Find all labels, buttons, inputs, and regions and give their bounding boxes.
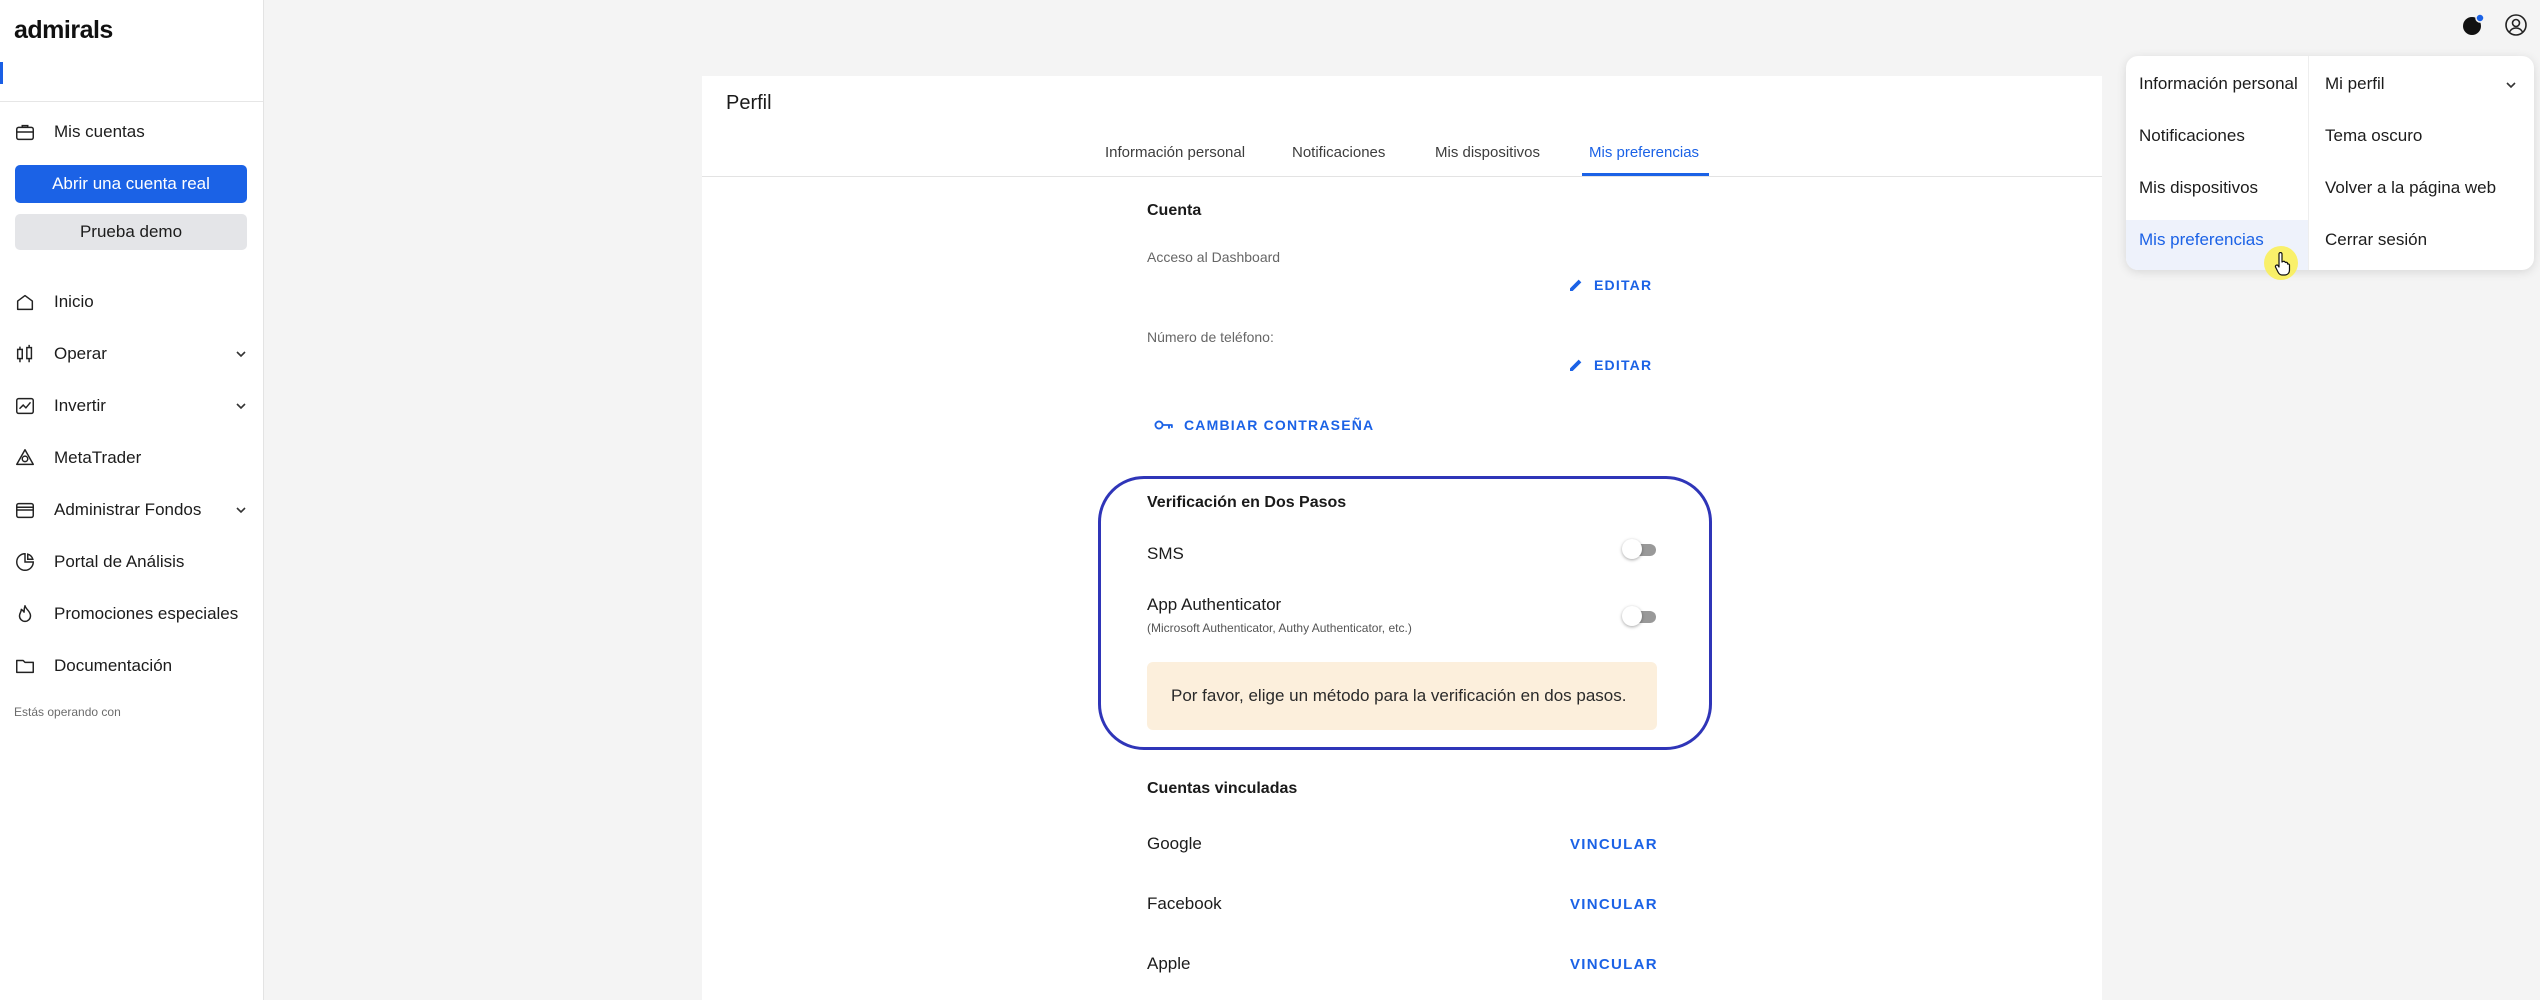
sidebar-item-documentacion[interactable]: Documentación — [0, 645, 263, 685]
chevron-down-icon — [236, 351, 246, 358]
active-tab-indicator — [1582, 173, 1709, 176]
link-facebook-button[interactable]: VINCULAR — [1570, 896, 1658, 913]
brand-logo[interactable]: admirals — [14, 16, 113, 45]
tab-notificaciones[interactable]: Notificaciones — [1292, 144, 1385, 161]
sidebar-item-portal-analisis[interactable]: Portal de Análisis — [0, 541, 263, 581]
menu-item-tema-oscuro[interactable]: Tema oscuro — [2325, 126, 2422, 146]
sidebar-item-promociones[interactable]: Promociones especiales — [0, 593, 263, 633]
tab-informacion-personal[interactable]: Información personal — [1105, 144, 1245, 161]
toggle-knob — [1622, 606, 1642, 626]
sidebar-item-label: Inicio — [54, 292, 94, 311]
pencil-icon — [1570, 359, 1582, 371]
demo-account-button[interactable]: Prueba demo — [15, 214, 247, 250]
pie-chart-icon — [16, 553, 34, 571]
two-step-notice: Por favor, elige un método para la verif… — [1147, 662, 1657, 730]
folder-icon — [16, 659, 34, 674]
app-authenticator-label: App Authenticator — [1147, 595, 1282, 614]
dashboard-access-label: Acceso al Dashboard — [1147, 249, 1281, 265]
app-authenticator-toggle[interactable] — [1622, 606, 1660, 626]
briefcase-icon — [16, 124, 34, 141]
user-account-icon[interactable] — [2504, 13, 2528, 37]
profile-card: Perfil Información personal Notificacion… — [702, 76, 2102, 1000]
menu-item-cerrar-sesion[interactable]: Cerrar sesión — [2325, 230, 2427, 250]
sidebar-item-label: Mis cuentas — [54, 122, 145, 141]
menu-item-notificaciones[interactable]: Notificaciones — [2139, 126, 2245, 146]
sidebar-item-label: MetaTrader — [54, 448, 142, 467]
chevron-down-icon — [236, 403, 246, 410]
chevron-down-icon[interactable] — [2504, 78, 2518, 92]
page-title: Perfil — [726, 92, 772, 114]
theme-toggle-icon[interactable] — [2461, 13, 2485, 37]
edit-label: EDITAR — [1594, 357, 1653, 373]
tab-mis-preferencias[interactable]: Mis preferencias — [1589, 144, 1699, 161]
tab-mis-dispositivos[interactable]: Mis dispositivos — [1435, 144, 1540, 161]
open-real-account-button[interactable]: Abrir una cuenta real — [15, 165, 247, 203]
trade-icon — [16, 344, 33, 363]
flame-icon — [18, 605, 32, 622]
sidebar-item-label: Promociones especiales — [54, 604, 239, 623]
chart-icon — [16, 397, 34, 415]
sidebar-item-metatrader[interactable]: MetaTrader — [0, 437, 263, 477]
edit-phone-button[interactable]: EDITAR — [1568, 357, 1652, 373]
sidebar-item-operar[interactable]: Operar — [0, 333, 263, 373]
active-indicator — [0, 62, 3, 84]
provider-apple-label: Apple — [1147, 954, 1191, 973]
metatrader-icon — [16, 449, 34, 466]
edit-dashboard-access-button[interactable]: EDITAR — [1568, 277, 1652, 293]
menu-item-mis-dispositivos[interactable]: Mis dispositivos — [2139, 178, 2258, 198]
sms-toggle[interactable] — [1622, 539, 1660, 559]
home-icon — [16, 294, 34, 311]
phone-number-label: Número de teléfono: — [1147, 329, 1274, 345]
sidebar: admirals Mis cuentas Abrir una cuenta re… — [0, 0, 264, 1000]
key-icon — [1154, 420, 1173, 430]
link-apple-button[interactable]: VINCULAR — [1570, 956, 1658, 973]
linked-accounts-heading: Cuentas vinculadas — [1147, 780, 1298, 797]
tabs-divider — [702, 176, 2102, 177]
sidebar-item-mis-cuentas[interactable]: Mis cuentas — [0, 111, 263, 151]
change-password-label: CAMBIAR CONTRASEÑA — [1184, 417, 1375, 433]
change-password-button[interactable]: CAMBIAR CONTRASEÑA — [1154, 417, 1374, 433]
two-step-heading: Verificación en Dos Pasos — [1147, 494, 1347, 511]
menu-item-informacion-personal[interactable]: Información personal — [2139, 74, 2298, 94]
provider-google-label: Google — [1147, 834, 1202, 853]
divider — [0, 101, 263, 102]
profile-dropdown-menu: Información personal Notificaciones Mis … — [2126, 56, 2534, 270]
pencil-icon — [1570, 279, 1582, 291]
account-section-heading: Cuenta — [1147, 202, 1202, 219]
sidebar-item-administrar-fondos[interactable]: Administrar Fondos — [0, 489, 263, 529]
wallet-icon — [16, 502, 34, 519]
app-authenticator-subtext: (Microsoft Authenticator, Authy Authenti… — [1147, 621, 1412, 635]
menu-divider — [2308, 56, 2309, 270]
sidebar-item-label: Operar — [54, 344, 107, 363]
sidebar-item-label: Administrar Fondos — [54, 500, 202, 519]
sidebar-item-label: Portal de Análisis — [54, 552, 185, 571]
menu-item-mi-perfil[interactable]: Mi perfil — [2325, 74, 2385, 94]
chevron-down-icon — [236, 507, 246, 514]
link-google-button[interactable]: VINCULAR — [1570, 836, 1658, 853]
trading-with-text: Estás operando con — [14, 705, 121, 719]
menu-item-mis-preferencias[interactable]: Mis preferencias — [2139, 230, 2264, 250]
sidebar-item-invertir[interactable]: Invertir — [0, 385, 263, 425]
sms-label: SMS — [1147, 544, 1184, 563]
sidebar-item-inicio[interactable]: Inicio — [0, 281, 263, 321]
toggle-knob — [1622, 539, 1642, 559]
menu-item-volver-pagina-web[interactable]: Volver a la página web — [2325, 178, 2496, 198]
sidebar-item-label: Invertir — [54, 396, 106, 415]
provider-facebook-label: Facebook — [1147, 894, 1222, 913]
edit-label: EDITAR — [1594, 277, 1653, 293]
sidebar-item-label: Documentación — [54, 656, 173, 675]
